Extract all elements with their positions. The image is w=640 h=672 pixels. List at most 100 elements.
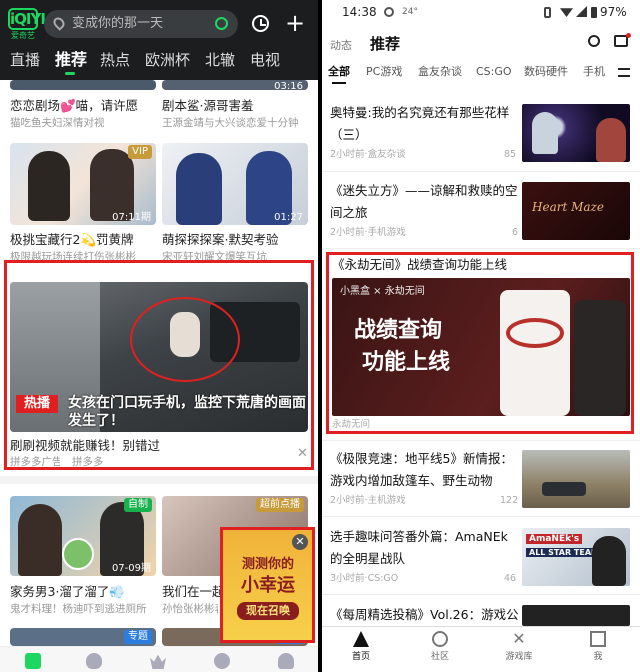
- status-time: 14:38: [342, 5, 377, 19]
- search-placeholder: 变成你的那一天: [72, 16, 164, 31]
- nav-community-label: 社区: [430, 652, 449, 662]
- feature-meta: 永劫无间: [332, 419, 371, 430]
- plus-circle-icon[interactable]: [214, 653, 230, 669]
- video-title[interactable]: 我们在一起: [162, 584, 222, 600]
- duration: 07-09期: [111, 563, 151, 574]
- popup-line1: 测测你的: [241, 557, 294, 572]
- article-image[interactable]: [522, 450, 630, 508]
- wifi-icon: [560, 8, 573, 17]
- duration: 01:27: [274, 212, 303, 223]
- article-meta: 2小时前·手机游戏: [330, 227, 406, 238]
- nav-community[interactable]: 社区: [415, 629, 465, 662]
- status-bar: 14:38 24° 97%: [322, 0, 640, 24]
- vibrate-icon: [544, 7, 551, 18]
- video-title[interactable]: 萌探探探案·默契考验: [162, 232, 312, 248]
- tab-feed[interactable]: 动态: [330, 37, 352, 53]
- video-title[interactable]: 家务男3·溜了溜了💨: [10, 584, 158, 600]
- article-title[interactable]: 选手趣味问答番外篇：AmaNEk的全明星战队: [330, 526, 520, 570]
- home-icon[interactable]: [25, 653, 41, 669]
- square-icon: [590, 631, 606, 647]
- article-meta: 2小时前·主机游戏: [330, 495, 406, 506]
- chip-chat[interactable]: 盒友杂谈: [418, 64, 462, 80]
- history-clock-icon[interactable]: [252, 15, 269, 32]
- topic-badge: 专题: [124, 630, 152, 644]
- article-image[interactable]: AmaNEk's ALL STAR TEAM: [522, 528, 630, 586]
- header-tabs: 动态 推荐: [322, 32, 640, 56]
- article-title[interactable]: 奥特曼:我的名究竟还有那些花样（三）: [330, 102, 520, 146]
- ad-source: 拼多多广告: [10, 456, 60, 468]
- search-icon[interactable]: [588, 35, 600, 47]
- menu-icon[interactable]: [618, 68, 630, 77]
- close-icon[interactable]: ✕: [297, 446, 308, 461]
- feature-title[interactable]: 《永劫无间》战绩查询功能上线: [332, 254, 622, 276]
- tab-recommend[interactable]: 推荐: [55, 48, 87, 75]
- crown-icon[interactable]: [150, 654, 166, 669]
- feature-banner[interactable]: 小黑盒 × 永劫无间 战绩查询 功能上线: [332, 278, 630, 416]
- popup-line2: 小幸运: [241, 575, 295, 596]
- article-title[interactable]: 《极限竞速：地平线5》新情报：游戏内增加敌篷车、野生动物: [330, 448, 520, 492]
- battery-icon: [591, 7, 597, 18]
- comment-count: 122: [500, 495, 519, 506]
- video-thumbnail[interactable]: 自制 07-09期: [10, 496, 156, 576]
- plus-icon[interactable]: +: [285, 11, 305, 35]
- comment-count: 46: [504, 573, 517, 584]
- chip-csgo[interactable]: CS:GO: [476, 64, 512, 80]
- article-image[interactable]: [522, 104, 630, 162]
- tab-recommend[interactable]: 推荐: [370, 33, 400, 54]
- video-thumbnail[interactable]: VIP 07:11期: [10, 143, 156, 225]
- video-thumbnail[interactable]: 专题: [10, 628, 156, 646]
- chip-mobile[interactable]: 手机: [583, 64, 605, 80]
- nav-home-label: 首页: [351, 652, 370, 662]
- original-badge: 自制: [124, 498, 152, 512]
- preorder-badge: 超前点播: [256, 498, 304, 512]
- allstar-label: ALL STAR TEAM: [526, 548, 602, 557]
- tab-beizhe[interactable]: 北辙: [205, 48, 235, 72]
- tab-tv[interactable]: 电视: [250, 48, 280, 72]
- search-input[interactable]: 变成你的那一天: [44, 10, 238, 38]
- unread-dot: [626, 33, 631, 38]
- video-subtitle: 猫吃鱼夫妇深情对视: [10, 117, 105, 129]
- xiaoheihe-app-screen: 14:38 24° 97% 动态 推荐 全部 PC游戏 盒友杂谈 CS:GO 数…: [322, 0, 640, 672]
- popup-line3[interactable]: 现在召唤: [237, 602, 299, 620]
- banner-headline-1: 战绩查询: [354, 318, 443, 343]
- iqiyi-logo[interactable]: iQIYI 爱奇艺: [8, 8, 46, 42]
- banner-headline-2: 功能上线: [362, 350, 451, 375]
- article-meta: 2小时前·盒友杂谈: [330, 149, 406, 160]
- close-icon[interactable]: ✕: [292, 534, 308, 550]
- chip-pc-games[interactable]: PC游戏: [366, 64, 402, 80]
- duration: 07:11期: [112, 212, 151, 223]
- tab-live[interactable]: 直播: [10, 48, 40, 72]
- nav-me[interactable]: 我: [573, 629, 623, 662]
- iqiyi-app-screen: iQIYI 爱奇艺 变成你的那一天 + 直播 推荐 热点 欧洲杯 北辙 电视 0…: [0, 0, 318, 672]
- community-circle-icon: [432, 631, 448, 647]
- video-title[interactable]: 极挑宝藏行2💫罚黄牌: [10, 232, 158, 248]
- video-thumbnail[interactable]: 03:16: [162, 80, 308, 90]
- profile-icon[interactable]: [278, 653, 294, 669]
- vip-badge: VIP: [128, 145, 152, 159]
- article-meta: 3小时前·CS:GO: [330, 573, 399, 584]
- video-title[interactable]: 剧本鲨·源哥害羞: [162, 98, 312, 114]
- chip-digital[interactable]: 数码硬件: [524, 64, 568, 80]
- lucky-popup-ad[interactable]: ✕ 测测你的 小幸运 现在召唤: [220, 527, 315, 643]
- chip-all[interactable]: 全部: [328, 64, 350, 84]
- video-subtitle: 鬼才料理！杨迪吓到逃进厕所: [10, 603, 147, 615]
- tab-euro[interactable]: 欧洲杯: [145, 48, 190, 72]
- status-temp: 24°: [402, 7, 418, 17]
- ad-title[interactable]: 刷刷视频就能赚钱！别错过: [10, 438, 290, 454]
- nav-game-library[interactable]: ✕ 游戏库: [494, 629, 544, 663]
- article-image[interactable]: Heart Maze: [522, 182, 630, 240]
- video-thumbnail[interactable]: [10, 80, 156, 90]
- nav-home[interactable]: 首页: [336, 629, 386, 662]
- tab-hot[interactable]: 热点: [100, 48, 130, 72]
- video-title[interactable]: 恋恋剧场💕喵，请许愿: [10, 98, 158, 114]
- nav-me-label: 我: [593, 652, 603, 662]
- search-icon[interactable]: [215, 17, 228, 30]
- home-triangle-icon: [353, 631, 369, 647]
- ad-overlay-text: 女孩在门口玩手机，监控下荒唐的画面发生了！: [68, 395, 306, 429]
- game-logo-text: Heart Maze: [532, 200, 604, 214]
- article-image[interactable]: [522, 605, 630, 626]
- flame-icon[interactable]: [86, 653, 102, 669]
- article-title[interactable]: 《迷失立方》——谅解和救赎的空间之旅: [330, 180, 520, 224]
- video-thumbnail[interactable]: 01:27: [162, 143, 308, 225]
- ad-brand: 拼多多: [72, 456, 104, 468]
